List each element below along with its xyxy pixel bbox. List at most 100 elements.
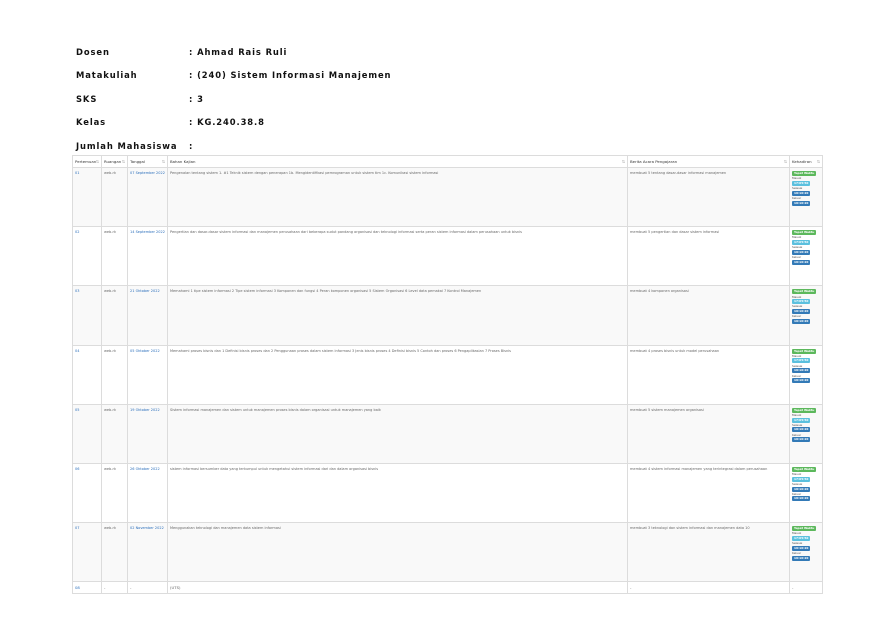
attendance-cell: Tepat Waktu Masuk 17:05:50 Selesai 19:10:20 K…: [789, 285, 823, 346]
meeting-number[interactable]: 08: [72, 581, 102, 595]
keluar-time-badge: 19:10:20: [792, 496, 811, 502]
selesai-label: Selesai: [792, 186, 803, 191]
info-value: : Ahmad Rais Ruli: [189, 46, 288, 57]
info-key: SKS: [76, 93, 98, 104]
date-cell: 02 November 2022: [127, 522, 168, 583]
room-cell: web-rk: [101, 403, 128, 464]
keluar-time-badge: 19:10:20: [792, 378, 811, 384]
info-value: :: [189, 140, 194, 151]
attendance-cell: Tepat Waktu Masuk 17:05:50 Selesai 19:10:20 K…: [789, 166, 823, 228]
column-header-tanggal[interactable]: Tanggal ⇅: [127, 155, 168, 168]
meeting-number[interactable]: 01: [72, 166, 102, 228]
topic-cell: (UTS): [167, 581, 628, 595]
attendance-cell: -: [789, 581, 823, 595]
masuk-label: Masuk: [792, 413, 802, 417]
table-row: 02 web-rk 14 September 2022 Pengertian dan …: [72, 226, 823, 287]
column-header-pertemuan[interactable]: Pertemuan ⇅: [72, 155, 102, 168]
room-cell: web-rk: [101, 344, 128, 405]
table-row: 01 web-rk 07 September 2022 Pengenalan tent…: [72, 166, 823, 228]
info-value: : KG.240.38.8: [189, 117, 265, 128]
sort-icon[interactable]: ⇅: [122, 159, 125, 164]
news-cell: membuat 4 proses bisnis untuk model peru…: [627, 344, 790, 405]
date-text: 07 September 2022: [130, 171, 165, 175]
status-badge: Tepat Waktu: [792, 466, 817, 472]
attendance-cell: Tepat Waktu Masuk 17:05:50 Selesai 19:10:20 K…: [789, 226, 823, 287]
info-row-matakuliah: Matakuliah : (240) Sistem Informasi Mana…: [76, 64, 391, 88]
date-cell: 19 Oktober 2022: [127, 403, 168, 464]
sort-icon[interactable]: ⇅: [817, 159, 820, 164]
info-row-dosen: Dosen : Ahmad Rais Ruli: [76, 40, 391, 64]
date-text: 05 Oktober 2022: [130, 348, 160, 353]
meeting-number[interactable]: 06: [72, 462, 102, 524]
news-cell: -: [627, 581, 790, 595]
topic-text: Pengenalan tentang sistem 1. #1 Teknik s…: [170, 171, 439, 175]
news-cell: membuat 5 pengertian dan dasar sistem in…: [627, 226, 790, 287]
info-value: : 3: [189, 93, 204, 104]
meeting-number[interactable]: 05: [72, 403, 102, 464]
status-badge: Tepat Waktu: [792, 171, 817, 176]
topic-text: Menggunakan teknologi dan manajemen data…: [170, 526, 281, 531]
meeting-number[interactable]: 04: [72, 344, 102, 405]
info-key: Jumlah Mahasiswa: [76, 140, 178, 151]
news-cell: membuat 5 sistem manajemen organisasi: [627, 403, 790, 464]
sort-icon[interactable]: ⇅: [96, 159, 99, 164]
room-cell: -: [101, 581, 128, 595]
masuk-time-badge: 17:05:50: [792, 240, 811, 246]
course-info: Dosen : Ahmad Rais Ruli Matakuliah : (24…: [76, 40, 391, 158]
topic-cell: Pengenalan tentang sistem 1. #1 Teknik s…: [167, 166, 628, 228]
date-cell: 21 Oktober 2022: [127, 285, 168, 346]
room-cell: web-rk: [101, 462, 128, 524]
masuk-time-badge: 17:05:50: [792, 358, 811, 364]
date-text: 21 Oktober 2022: [130, 289, 160, 294]
sort-icon[interactable]: ⇅: [162, 159, 165, 164]
topic-text: sistem informasi bersumber data yang ter…: [170, 466, 379, 471]
keluar-time-badge: 19:10:20: [792, 555, 811, 561]
topic-cell: Memahami 1 tipe sistem informasi 2 Tipe …: [167, 285, 628, 346]
date-cell: 26 Oktober 2022: [127, 462, 168, 524]
selesai-time-badge: 19:10:20: [792, 249, 811, 255]
attendance-cell: Tepat Waktu Masuk 17:05:50 Selesai 19:10:20 K…: [789, 344, 823, 405]
table-row: 06 web-rk 26 Oktober 2022 sistem informasi …: [72, 462, 823, 524]
room-cell: web-rk: [101, 522, 128, 583]
topic-cell: Sistem informasi manajemen dan sistem un…: [167, 403, 628, 464]
info-row-sks: SKS : 3: [76, 87, 391, 111]
column-header-bahan-kajian[interactable]: Bahan Kajian ⇅: [167, 155, 628, 168]
selesai-label: Selesai: [792, 482, 803, 487]
table-row: 07 web-rk 02 November 2022 Menggunakan tekn…: [72, 522, 823, 583]
keluar-label: Keluar: [792, 551, 802, 556]
sort-icon[interactable]: ⇅: [622, 159, 625, 164]
status-badge: Tepat Waktu: [792, 348, 817, 354]
room-cell: web-rk: [101, 226, 128, 287]
topic-cell: Pengertian dan dasar-dasar sistem inform…: [167, 226, 628, 287]
date-cell: 07 September 2022: [127, 166, 168, 228]
sort-icon[interactable]: ⇅: [784, 159, 787, 164]
column-header-kehadiran[interactable]: Kehadiran ⇅: [789, 155, 823, 168]
attendance-cell: Tepat Waktu Masuk 17:05:50 Selesai 19:10:20 K…: [789, 462, 823, 524]
table-header-row: Pertemuan ⇅ Ruangan ⇅ Tanggal ⇅ Bahan Kajia…: [72, 155, 823, 168]
meeting-number[interactable]: 07: [72, 522, 102, 583]
keluar-time-badge: 19:10:20: [792, 259, 811, 265]
selesai-time-badge: 19:10:20: [792, 309, 811, 315]
date-cell: -: [127, 581, 168, 595]
selesai-time-badge: 19:10:20: [792, 545, 811, 551]
topic-text: Sistem informasi manajemen dan sistem un…: [170, 407, 381, 412]
attendance-table: Pertemuan ⇅ Ruangan ⇅ Tanggal ⇅ Bahan Kajia…: [72, 155, 823, 595]
table-row-uts: 08- - (UTS) - -: [72, 581, 823, 595]
meeting-number[interactable]: 02: [72, 226, 102, 287]
topic-cell: Memahami proses bisnis dan 1 Definisi bi…: [167, 344, 628, 405]
masuk-time-badge: 17:05:50: [792, 180, 811, 186]
topic-cell: Menggunakan teknologi dan manajemen data…: [167, 522, 628, 583]
column-header-berita-acara[interactable]: Berita Acara Pengajaran ⇅: [627, 155, 790, 168]
table-row: 05 web-rk 19 Oktober 2022 Sistem informasi …: [72, 403, 823, 464]
room-cell: web-rk: [101, 166, 128, 228]
selesai-time-badge: 19:10:20: [792, 427, 811, 433]
status-badge: Tepat Waktu: [792, 289, 817, 295]
topic-text: Memahami proses bisnis dan 1 Definisi bi…: [170, 348, 511, 353]
column-header-ruangan[interactable]: Ruangan ⇅: [101, 155, 128, 168]
topic-text: Pengertian dan dasar-dasar sistem inform…: [170, 230, 522, 235]
masuk-time-badge: 17:05:50: [792, 417, 811, 423]
news-cell: membuat 3 teknologi dan sistem informasi…: [627, 522, 790, 583]
info-key: Dosen: [76, 46, 110, 57]
date-text: 19 Oktober 2022: [130, 407, 160, 412]
meeting-number[interactable]: 03: [72, 285, 102, 346]
